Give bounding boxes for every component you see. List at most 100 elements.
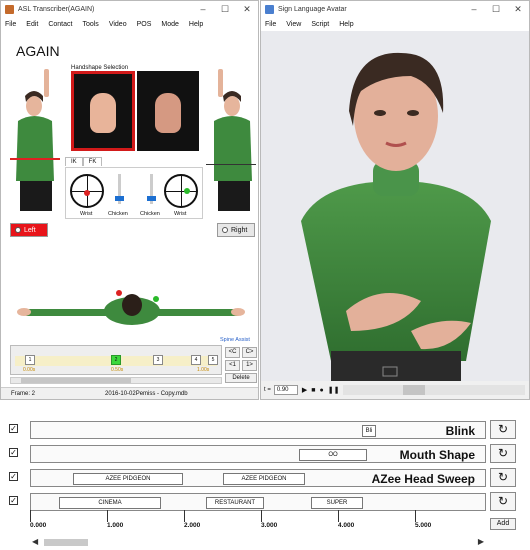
slider-thumb[interactable] bbox=[147, 196, 156, 201]
refresh-icon[interactable]: ↻ bbox=[490, 444, 516, 463]
minimize-icon[interactable]: – bbox=[192, 1, 214, 18]
track-lane[interactable]: Bli Blink bbox=[30, 421, 486, 439]
menu-pos[interactable]: POS bbox=[137, 21, 152, 28]
refresh-icon[interactable]: ↻ bbox=[490, 468, 516, 487]
track-lane[interactable]: CINEMA RESTAURANT SUPER bbox=[30, 493, 486, 511]
menu-view[interactable]: View bbox=[286, 21, 301, 28]
refresh-icon[interactable]: ↻ bbox=[490, 492, 516, 511]
menu-help[interactable]: Help bbox=[339, 21, 353, 28]
prev-c-button[interactable]: <C bbox=[225, 347, 240, 358]
time-ruler: 0.000 1.000 2.000 3.000 4.000 5.000 bbox=[30, 510, 486, 530]
chicken-slider-left[interactable] bbox=[115, 174, 124, 204]
dial-handle-red[interactable] bbox=[84, 190, 90, 196]
tab-ik[interactable]: IK bbox=[65, 157, 83, 166]
keyframe-marker-current[interactable]: 2 bbox=[111, 355, 121, 365]
ik-panel: Wrist Chicken Chicken Wrist bbox=[65, 167, 203, 219]
time-input[interactable]: 0.90 bbox=[273, 385, 298, 395]
top-view-canvas[interactable] bbox=[16, 281, 248, 331]
pause-icon[interactable]: ❚❚ bbox=[328, 386, 340, 394]
file-status: 2016-10-02Pemiss - Copy.mdb bbox=[105, 390, 188, 397]
track-checkbox[interactable]: ✓ bbox=[9, 448, 18, 457]
play-icon[interactable]: ▶ bbox=[302, 386, 307, 394]
transcriber-app-icon bbox=[5, 5, 14, 14]
next-c-button[interactable]: C> bbox=[242, 347, 257, 358]
right-hand-button[interactable]: Right bbox=[217, 223, 255, 237]
track-checkbox[interactable]: ✓ bbox=[9, 472, 18, 481]
menu-file[interactable]: File bbox=[5, 21, 16, 28]
wrist-dial-right[interactable] bbox=[164, 174, 198, 208]
slider-caption: Chicken bbox=[140, 211, 160, 217]
timeline-scrollbar[interactable] bbox=[10, 377, 222, 384]
track-lane[interactable]: OO Mouth Shape bbox=[30, 445, 486, 463]
slider-thumb[interactable] bbox=[115, 196, 124, 201]
scroll-thumb[interactable] bbox=[21, 378, 131, 383]
tracks-scrollbar[interactable]: ◀ ▶ bbox=[30, 537, 486, 547]
prev-1-button[interactable]: <1 bbox=[225, 360, 240, 371]
left-hand-button[interactable]: Left bbox=[10, 223, 48, 237]
track-checkbox[interactable]: ✓ bbox=[9, 424, 18, 433]
front-view-left[interactable] bbox=[10, 66, 60, 211]
handshape-option-selected[interactable] bbox=[71, 71, 135, 151]
time-label: t = bbox=[264, 387, 271, 393]
menu-video[interactable]: Video bbox=[109, 21, 127, 28]
menu-contact[interactable]: Contact bbox=[48, 21, 72, 28]
scroll-right-icon[interactable]: ▶ bbox=[478, 537, 484, 546]
tab-fk[interactable]: FK bbox=[82, 157, 103, 166]
avatar-menubar: File View Script Help bbox=[261, 18, 529, 31]
track-lane[interactable]: AZEE PIDGEON AZEE PIDGEON AZee Head Swee… bbox=[30, 469, 486, 487]
delete-button[interactable]: Delete bbox=[225, 373, 257, 383]
maximize-icon[interactable]: ☐ bbox=[485, 1, 507, 18]
next-1-button[interactable]: 1> bbox=[242, 360, 257, 371]
menu-mode[interactable]: Mode bbox=[161, 21, 179, 28]
track-block[interactable]: CINEMA bbox=[59, 497, 161, 509]
add-track-button[interactable]: Add bbox=[490, 518, 516, 530]
track-block[interactable]: AZEE PIDGEON bbox=[223, 473, 305, 485]
scroll-left-icon[interactable]: ◀ bbox=[32, 537, 38, 546]
dial-handle-green[interactable] bbox=[184, 188, 190, 194]
track-block[interactable]: RESTAURANT bbox=[206, 497, 264, 509]
frame-nav: <C C> <1 1> bbox=[225, 347, 257, 371]
open-hand-icon bbox=[90, 93, 116, 133]
keyframe-marker[interactable]: 4 bbox=[191, 355, 201, 365]
open-hand-back-icon bbox=[155, 93, 181, 133]
maximize-icon[interactable]: ☐ bbox=[214, 1, 236, 18]
playback-scrollbar[interactable] bbox=[343, 385, 525, 395]
menu-edit[interactable]: Edit bbox=[26, 21, 38, 28]
track-block[interactable]: AZEE PIDGEON bbox=[73, 473, 183, 485]
menu-tools[interactable]: Tools bbox=[82, 21, 98, 28]
handshape-option[interactable] bbox=[137, 71, 199, 151]
keyframe-timeline[interactable]: 1 2 3 4 5 0.00s 0.50s 1.00s bbox=[10, 345, 222, 375]
spine-assist-link[interactable]: Spine Assist bbox=[220, 337, 250, 343]
radio-icon bbox=[15, 227, 21, 233]
keyframe-marker[interactable]: 3 bbox=[153, 355, 163, 365]
track-row-blink: ✓ Bli Blink ↻ bbox=[6, 420, 520, 440]
track-checkbox[interactable]: ✓ bbox=[9, 496, 18, 505]
scroll-thumb[interactable] bbox=[44, 539, 88, 546]
track-block[interactable]: SUPER bbox=[311, 497, 363, 509]
wrist-dial-left[interactable] bbox=[70, 174, 104, 208]
chicken-slider-right[interactable] bbox=[147, 174, 156, 204]
menu-file[interactable]: File bbox=[265, 21, 276, 28]
menu-script[interactable]: Script bbox=[311, 21, 329, 28]
minimize-icon[interactable]: – bbox=[463, 1, 485, 18]
keyframe-marker[interactable]: 5 bbox=[208, 355, 218, 365]
close-icon[interactable]: ✕ bbox=[236, 1, 258, 18]
radio-icon bbox=[222, 227, 228, 233]
menu-help[interactable]: Help bbox=[189, 21, 203, 28]
time-label: 0.50s bbox=[111, 367, 124, 373]
ruler-tick bbox=[415, 510, 416, 522]
frame-status: Frame: 2 bbox=[11, 390, 36, 397]
gloss-word: AGAIN bbox=[16, 43, 60, 59]
ruler-label: 1.000 bbox=[107, 522, 124, 529]
track-block[interactable]: Bli bbox=[362, 425, 376, 437]
time-label: 0.00s bbox=[23, 367, 36, 373]
track-block[interactable]: OO bbox=[299, 449, 367, 461]
keyframe-marker[interactable]: 1 bbox=[25, 355, 35, 365]
refresh-icon[interactable]: ↻ bbox=[490, 420, 516, 439]
record-icon[interactable]: ● bbox=[319, 387, 323, 394]
front-view-right[interactable] bbox=[206, 66, 256, 211]
scroll-thumb[interactable] bbox=[403, 385, 425, 395]
stop-icon[interactable]: ■ bbox=[311, 387, 315, 394]
close-icon[interactable]: ✕ bbox=[507, 1, 529, 18]
avatar-viewport[interactable] bbox=[261, 31, 529, 383]
